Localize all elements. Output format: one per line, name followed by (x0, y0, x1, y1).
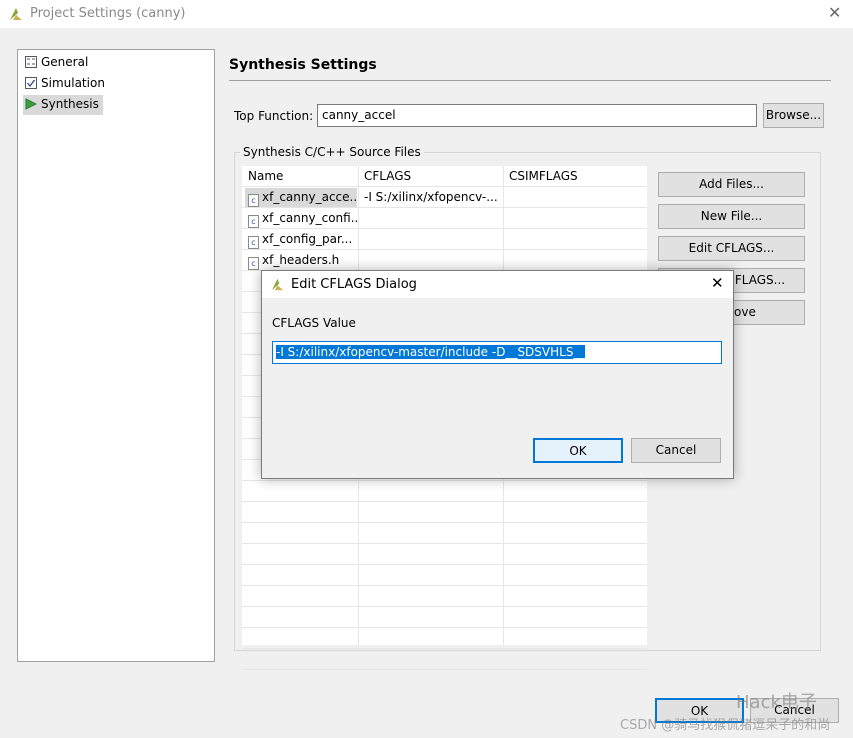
edit-cflags-dialog: Edit CFLAGS Dialog ✕ CFLAGS Value -I S:/… (261, 270, 734, 479)
nav-label: Simulation (41, 76, 105, 90)
page-title: Synthesis Settings (229, 57, 377, 73)
table-row[interactable]: c xf_canny_acce... -I S:/xilinx/xfopencv-.… (242, 187, 647, 208)
table-row[interactable]: c xf_canny_confi... (242, 208, 647, 229)
window-title: Project Settings (canny) (30, 6, 186, 21)
cflags-value-label: CFLAGS Value (272, 316, 356, 330)
browse-button[interactable]: Browse... (763, 103, 824, 128)
cell-name: c xf_config_par... (248, 232, 358, 249)
close-icon[interactable]: ✕ (828, 3, 841, 22)
cell-name: c xf_canny_acce... (248, 190, 358, 207)
file-name: xf_canny_acce... (262, 190, 358, 204)
c-file-icon: c (248, 236, 259, 249)
cell-name: c xf_headers.h (248, 253, 358, 270)
selected-text: -I S:/xilinx/xfopencv-master/include -D_… (276, 345, 586, 359)
new-file-button[interactable]: New File... (658, 204, 805, 229)
watermark-credit: CSDN @骑马找猴侃猪逗呆子的和尚 (620, 718, 831, 733)
title-bar: Project Settings (canny) ✕ (0, 0, 853, 28)
play-triangle-icon (25, 98, 37, 110)
table-header: Name CFLAGS CSIMFLAGS (242, 166, 647, 187)
group-label: Synthesis C/C++ Source Files (240, 145, 424, 159)
table-row[interactable] (242, 544, 647, 565)
dialog-title-bar: Edit CFLAGS Dialog ✕ (262, 271, 733, 298)
nav-label: Synthesis (41, 97, 99, 111)
column-header-csimflags[interactable]: CSIMFLAGS (509, 169, 578, 183)
column-header-name[interactable]: Name (248, 169, 283, 183)
top-function-input[interactable]: canny_accel (317, 104, 757, 127)
dialog-cancel-button[interactable]: Cancel (631, 438, 721, 463)
cflags-value-input[interactable]: -I S:/xilinx/xfopencv-master/include -D_… (272, 341, 722, 364)
app-logo-icon (271, 278, 284, 291)
c-file-icon: c (248, 257, 259, 270)
table-row[interactable] (242, 523, 647, 544)
table-row[interactable]: c xf_config_par... (242, 229, 647, 250)
settings-list-icon (25, 56, 37, 68)
nav-item-synthesis[interactable]: Synthesis (23, 95, 103, 115)
settings-nav: General Simulation Synthesis (17, 49, 215, 662)
file-name: xf_config_par... (262, 232, 353, 246)
watermark-brand: Hack电子 (736, 692, 817, 713)
checkbox-icon (25, 77, 37, 89)
add-files-button[interactable]: Add Files... (658, 172, 805, 197)
column-header-cflags[interactable]: CFLAGS (364, 169, 411, 183)
dialog-close-icon[interactable]: ✕ (711, 274, 724, 292)
table-row[interactable] (242, 649, 647, 670)
table-row[interactable] (242, 565, 647, 586)
table-row[interactable] (242, 481, 647, 502)
app-logo-icon (10, 8, 22, 20)
nav-item-general[interactable]: General (23, 53, 92, 73)
cell-cflags: -I S:/xilinx/xfopencv-... (364, 190, 498, 204)
table-row[interactable] (242, 607, 647, 628)
edit-cflags-button[interactable]: Edit CFLAGS... (658, 236, 805, 261)
nav-item-simulation[interactable]: Simulation (23, 74, 109, 94)
cell-name: c xf_canny_confi... (248, 211, 358, 228)
nav-label: General (41, 55, 89, 69)
dialog-ok-button[interactable]: OK (533, 438, 623, 463)
c-file-icon: c (248, 194, 259, 207)
table-row[interactable] (242, 502, 647, 523)
top-function-label: Top Function: (234, 109, 314, 123)
file-name: xf_canny_confi... (262, 211, 358, 225)
table-row[interactable] (242, 628, 647, 649)
table-row[interactable] (242, 586, 647, 607)
divider (229, 80, 831, 81)
file-name: xf_headers.h (262, 253, 340, 267)
table-row[interactable]: c xf_headers.h (242, 250, 647, 271)
c-file-icon: c (248, 215, 259, 228)
dialog-title: Edit CFLAGS Dialog (291, 277, 417, 292)
